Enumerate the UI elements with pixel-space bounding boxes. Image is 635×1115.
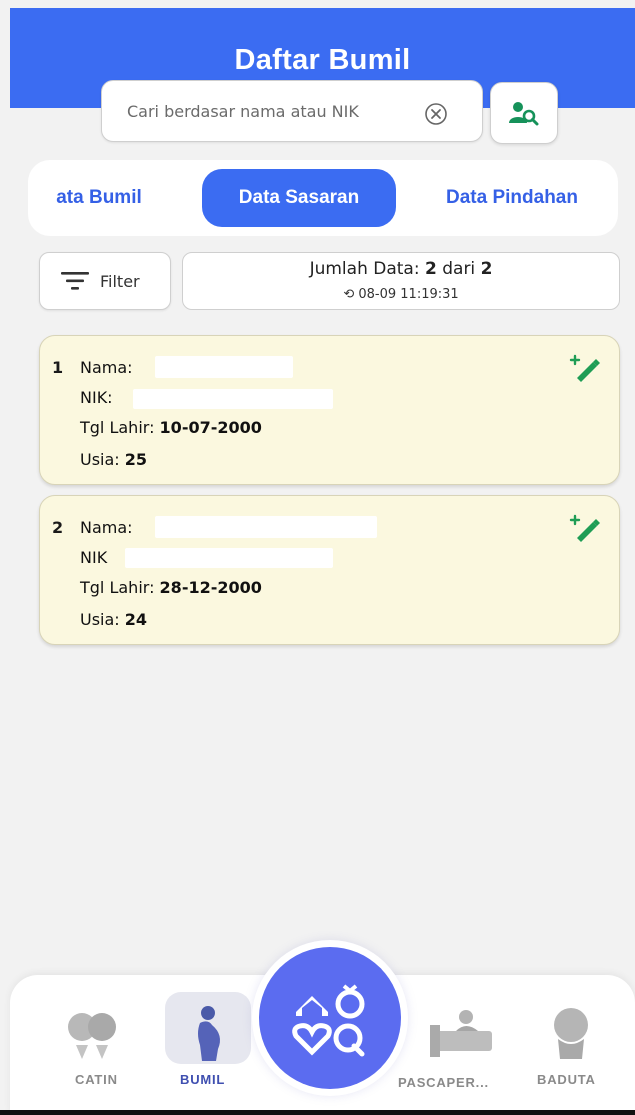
couple-icon (68, 1013, 116, 1059)
data-count-box: Jumlah Data: 2 dari 2 ⟲ 08-09 11:19:31 (182, 252, 620, 310)
redacted-nik (125, 548, 333, 568)
record-nik: NIK: (80, 388, 113, 407)
search-user-button[interactable] (490, 82, 558, 144)
nav-item-catin[interactable] (47, 1005, 137, 1065)
pregnant-icon (198, 1006, 220, 1061)
record-card[interactable]: 2 Nama: NIK Tgl Lahir: 28-12-2000 Usia: … (39, 495, 620, 645)
nav-item-bumil[interactable] (163, 1005, 253, 1067)
tab-data-pindahan[interactable]: Data Pindahan (420, 169, 604, 227)
record-name: Nama: (80, 518, 133, 537)
tab-data-bumil[interactable]: ata Bumil (28, 169, 174, 227)
record-number: 2 (52, 518, 64, 537)
nav-label-bumil: BUMIL (180, 1072, 226, 1087)
home-ring-icon (292, 984, 365, 1057)
record-birthdate: Tgl Lahir: 28-12-2000 (80, 578, 262, 597)
screen-bottom-edge (0, 1110, 635, 1115)
edit-icon[interactable] (569, 512, 603, 542)
record-nik: NIK (80, 548, 108, 567)
page-title: Daftar Bumil (234, 44, 411, 76)
filter-icon (61, 272, 89, 290)
tab-data-sasaran[interactable]: Data Sasaran (202, 169, 396, 227)
record-age: Usia: 24 (80, 610, 148, 629)
nav-label-pascapersalinan: PASCAPER... (398, 1075, 489, 1090)
sync-icon: ⟲ (343, 287, 355, 302)
search-field[interactable] (101, 80, 483, 142)
nav-label-catin: CATIN (75, 1072, 118, 1087)
home-button[interactable] (252, 940, 408, 1096)
baby-icon (554, 1008, 588, 1059)
redacted-name (155, 516, 377, 538)
redacted-nik (133, 389, 333, 409)
nav-item-pascapersalinan[interactable] (416, 1005, 506, 1063)
redacted-name (155, 356, 293, 378)
mother-bed-icon (430, 1010, 492, 1057)
record-age: Usia: 25 (80, 450, 148, 469)
nav-item-baduta[interactable] (526, 1005, 616, 1065)
sync-time: 08-09 11:19:31 (358, 287, 459, 302)
record-number: 1 (52, 358, 64, 377)
record-name: Nama: (80, 358, 133, 377)
record-birthdate: Tgl Lahir: 10-07-2000 (80, 418, 262, 437)
sync-info[interactable]: ⟲ 08-09 11:19:31 (183, 287, 619, 302)
edit-icon[interactable] (569, 352, 603, 382)
data-count: Jumlah Data: 2 dari 2 (309, 259, 493, 279)
nav-label-baduta: BADUTA (537, 1072, 596, 1087)
user-search-icon (509, 102, 539, 126)
filter-button[interactable]: Filter (39, 252, 171, 310)
record-card[interactable]: 1 Nama: NIK: Tgl Lahir: 10-07-2000 Usia:… (39, 335, 620, 485)
search-input[interactable] (127, 101, 427, 121)
filter-label: Filter (100, 271, 140, 291)
clear-icon[interactable] (424, 102, 448, 126)
tab-bar: ata Bumil Data Sasaran Data Pindahan (28, 160, 618, 236)
